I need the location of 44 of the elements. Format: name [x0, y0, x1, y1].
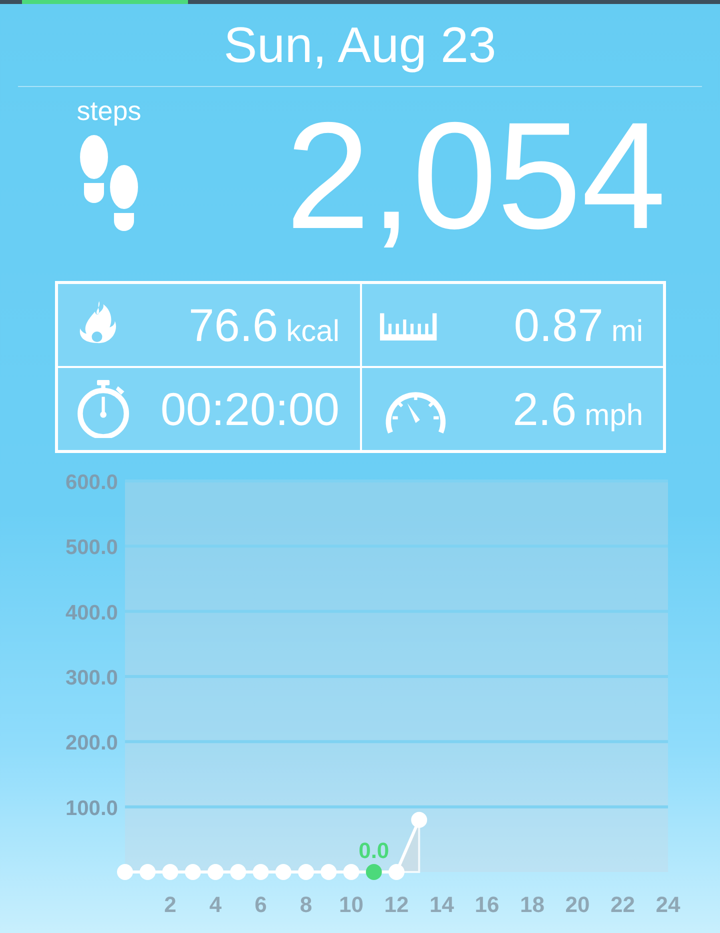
- x-tick-label: 2: [164, 892, 176, 917]
- x-tick-label: 16: [474, 892, 500, 917]
- stat-value: 0.87: [514, 298, 604, 352]
- stat-unit: mph: [584, 399, 643, 433]
- data-point: [320, 864, 337, 880]
- y-tick-label: 600.0: [65, 471, 118, 494]
- data-point: [343, 864, 360, 880]
- date-title: Sun, Aug 23: [224, 17, 496, 73]
- x-tick-label: 22: [610, 892, 635, 917]
- y-tick-label: 200.0: [65, 732, 118, 755]
- y-tick-label: 300.0: [65, 666, 118, 690]
- x-tick-label: 10: [339, 892, 364, 917]
- stat-value: 2.6: [512, 382, 577, 436]
- x-tick-label: 12: [384, 892, 409, 917]
- stopwatch-icon: [76, 380, 131, 438]
- data-point: [252, 864, 269, 880]
- data-point: [298, 864, 314, 880]
- step-count: 2,054: [286, 100, 666, 252]
- data-point: [275, 864, 292, 880]
- stat-unit: kcal: [286, 315, 340, 349]
- x-tick-label: 6: [254, 892, 267, 917]
- x-tick-label: 4: [209, 892, 222, 917]
- y-tick-label: 500.0: [65, 536, 118, 560]
- value-label: 0.0: [358, 838, 390, 863]
- y-tick-label: 100.0: [65, 796, 118, 820]
- data-point: [208, 864, 224, 880]
- x-tick-label: 14: [430, 892, 454, 917]
- data-point: [411, 812, 428, 828]
- data-point: [162, 864, 178, 880]
- y-tick-label: 400.0: [65, 601, 118, 624]
- stat-value: 00:20:00: [160, 382, 340, 436]
- x-tick-label: 20: [565, 892, 590, 917]
- data-point: [230, 864, 246, 880]
- x-tick-label: 8: [300, 892, 312, 917]
- x-tick-label: 18: [520, 892, 544, 917]
- data-point: [366, 864, 382, 880]
- stat-unit: mi: [611, 315, 643, 349]
- data-point: [388, 864, 404, 880]
- steps-label: steps: [76, 96, 142, 126]
- x-tick-label: 24: [656, 892, 680, 917]
- data-point: [117, 864, 133, 880]
- stat-value: 76.6: [188, 298, 278, 352]
- data-point: [184, 864, 201, 880]
- data-point: [140, 864, 156, 880]
